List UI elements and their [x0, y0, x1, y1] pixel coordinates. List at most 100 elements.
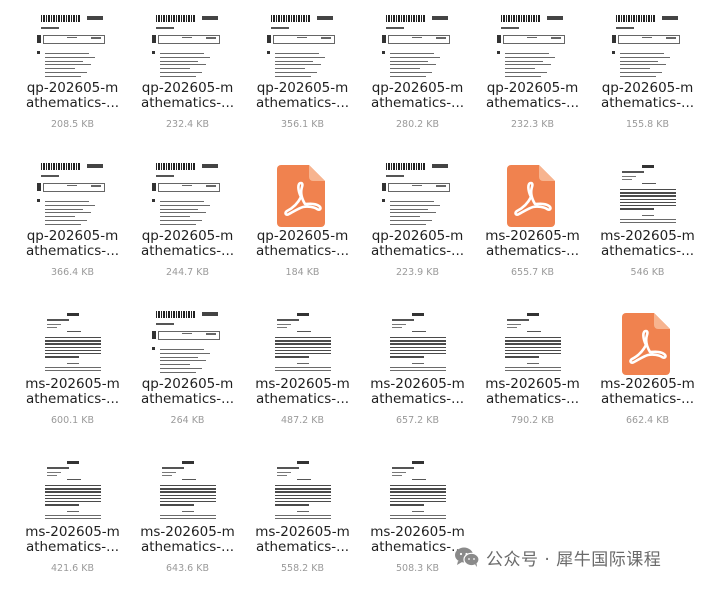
file-name: qp-202605-m athematics-... [15, 81, 130, 110]
file-thumbnail [152, 161, 224, 231]
file-thumbnail [152, 309, 224, 379]
file-item[interactable]: qp-202605-m athematics-... 232.4 KB [130, 6, 245, 146]
pdf-file-icon [507, 165, 555, 227]
file-name: ms-202605-m athematics-... [15, 525, 130, 554]
file-name-line2: athematics-... [485, 242, 580, 259]
file-name-line1: ms-202605-m [485, 228, 580, 244]
file-size: 558.2 KB [281, 563, 324, 574]
file-name: ms-202605-m athematics-... [590, 229, 702, 258]
file-thumbnail [37, 309, 109, 379]
file-size: 280.2 KB [396, 119, 439, 130]
file-size: 366.4 KB [51, 267, 94, 278]
file-name-line1: qp-202605-m [371, 228, 464, 244]
file-name-line2: athematics-... [25, 390, 120, 407]
file-thumbnail [267, 457, 339, 527]
file-name: ms-202605-m athematics-... [15, 377, 130, 406]
file-size: 232.3 KB [511, 119, 554, 130]
file-name-line2: athematics-... [370, 242, 465, 259]
file-item[interactable]: qp-202605-m athematics-... 366.4 KB [15, 154, 130, 294]
file-name-line1: ms-202605-m [25, 376, 120, 392]
file-thumbnail [382, 309, 454, 379]
file-item[interactable]: ms-202605-m athematics-... 546 KB [590, 154, 702, 294]
file-thumbnail [267, 309, 339, 379]
file-name-line1: ms-202605-m [370, 524, 465, 540]
file-name: qp-202605-m athematics-... [130, 81, 245, 110]
file-thumbnail [382, 161, 454, 231]
file-name-line2: athematics-... [600, 94, 695, 111]
file-item[interactable]: qp-202605-m athematics-... 184 KB [245, 154, 360, 294]
file-item[interactable]: qp-202605-m athematics-... 356.1 KB [245, 6, 360, 146]
file-name-line1: qp-202605-m [26, 80, 119, 96]
file-name-line2: athematics-... [255, 94, 350, 111]
file-name-line2: athematics-... [25, 94, 120, 111]
file-size: 487.2 KB [281, 415, 324, 426]
file-thumbnail [612, 161, 684, 231]
file-item[interactable]: ms-202605-m athematics-... 487.2 KB [245, 302, 360, 442]
file-size: 657.2 KB [396, 415, 439, 426]
file-name-line1: qp-202605-m [371, 80, 464, 96]
file-row: qp-202605-m athematics-... 366.4 KB qp-2026… [15, 154, 702, 302]
file-size: 155.8 KB [626, 119, 669, 130]
file-name-line2: athematics-... [140, 538, 235, 555]
file-item[interactable]: ms-202605-m athematics-... 662.4 KB [590, 302, 702, 442]
file-size: 790.2 KB [511, 415, 554, 426]
file-size: 232.4 KB [166, 119, 209, 130]
file-name-line2: athematics-... [600, 242, 695, 259]
file-thumbnail [612, 13, 684, 83]
file-name: qp-202605-m athematics-... [590, 81, 702, 110]
file-name-line1: qp-202605-m [601, 80, 694, 96]
file-item[interactable]: qp-202605-m athematics-... 208.5 KB [15, 6, 130, 146]
file-name: qp-202605-m athematics-... [245, 229, 360, 258]
file-size: 223.9 KB [396, 267, 439, 278]
file-item[interactable]: ms-202605-m athematics-... 643.6 KB [130, 450, 245, 590]
file-size: 600.1 KB [51, 415, 94, 426]
file-name-line1: ms-202605-m [140, 524, 235, 540]
file-name: qp-202605-m athematics-... [130, 377, 245, 406]
file-name: qp-202605-m athematics-... [130, 229, 245, 258]
file-item[interactable]: qp-202605-m athematics-... 264 KB [130, 302, 245, 442]
file-thumbnail [497, 309, 569, 379]
file-name: ms-202605-m athematics-... [130, 525, 245, 554]
watermark: 公众号 · 犀牛国际课程 [454, 544, 661, 570]
file-thumbnail [37, 13, 109, 83]
file-name-line2: athematics-... [485, 94, 580, 111]
file-item[interactable]: ms-202605-m athematics-... 421.6 KB [15, 450, 130, 590]
file-name-line2: athematics-... [25, 242, 120, 259]
file-item[interactable]: qp-202605-m athematics-... 280.2 KB [360, 6, 475, 146]
file-name: ms-202605-m athematics-... [245, 377, 360, 406]
file-item[interactable]: ms-202605-m athematics-... 657.2 KB [360, 302, 475, 442]
file-item[interactable]: ms-202605-m athematics-... 790.2 KB [475, 302, 590, 442]
file-item[interactable]: qp-202605-m athematics-... 155.8 KB [590, 6, 702, 146]
file-icon [497, 161, 569, 231]
file-name-line1: qp-202605-m [256, 228, 349, 244]
pdf-file-icon [622, 313, 670, 375]
file-name-line1: qp-202605-m [486, 80, 579, 96]
file-size: 655.7 KB [511, 267, 554, 278]
file-size: 264 KB [170, 415, 205, 426]
file-size: 643.6 KB [166, 563, 209, 574]
file-name-line2: athematics-... [25, 538, 120, 555]
file-item[interactable]: ms-202605-m athematics-... 558.2 KB [245, 450, 360, 590]
file-item[interactable]: qp-202605-m athematics-... 232.3 KB [475, 6, 590, 146]
file-name-line2: athematics-... [140, 242, 235, 259]
file-thumbnail [37, 161, 109, 231]
file-name-line2: athematics-... [255, 390, 350, 407]
wechat-icon [455, 547, 480, 567]
file-item[interactable]: qp-202605-m athematics-... 244.7 KB [130, 154, 245, 294]
file-thumbnail [152, 457, 224, 527]
file-name-line2: athematics-... [370, 94, 465, 111]
file-name-line2: athematics-... [370, 390, 465, 407]
file-item[interactable]: ms-202605-m athematics-... 600.1 KB [15, 302, 130, 442]
file-name: ms-202605-m athematics-... [475, 377, 590, 406]
file-item[interactable]: ms-202605-m athematics-... 655.7 KB [475, 154, 590, 294]
pdf-file-icon [277, 165, 325, 227]
file-name: ms-202605-m athematics-... [360, 377, 475, 406]
file-thumbnail [497, 13, 569, 83]
file-name: qp-202605-m athematics-... [15, 229, 130, 258]
file-name-line1: ms-202605-m [370, 376, 465, 392]
file-size: 421.6 KB [51, 563, 94, 574]
file-name-line1: ms-202605-m [600, 376, 695, 392]
file-thumbnail [382, 13, 454, 83]
file-thumbnail [267, 13, 339, 83]
file-item[interactable]: qp-202605-m athematics-... 223.9 KB [360, 154, 475, 294]
